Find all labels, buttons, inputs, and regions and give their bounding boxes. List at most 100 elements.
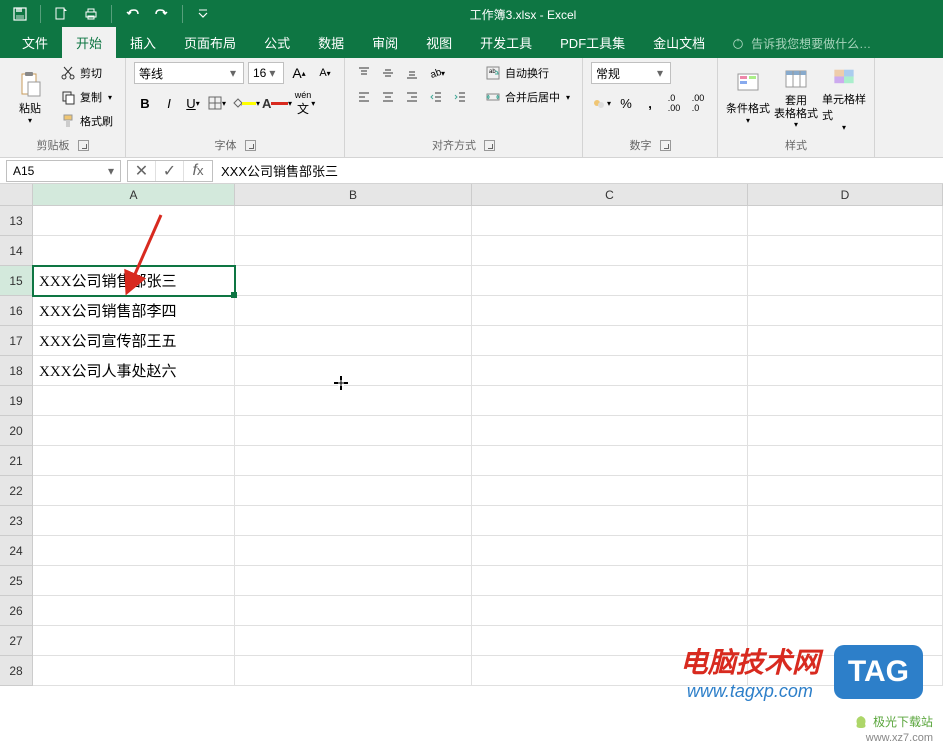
clipboard-launcher[interactable] — [78, 140, 89, 151]
print-button[interactable] — [77, 0, 105, 28]
cell[interactable] — [33, 416, 235, 446]
row-header[interactable]: 27 — [0, 626, 33, 656]
tab-pdf[interactable]: PDF工具集 — [546, 27, 639, 58]
tab-layout[interactable]: 页面布局 — [170, 27, 250, 58]
cell[interactable] — [472, 266, 748, 296]
tab-jinshan[interactable]: 金山文档 — [639, 27, 719, 58]
format-painter-button[interactable]: 格式刷 — [56, 110, 117, 132]
row-header[interactable]: 14 — [0, 236, 33, 266]
cell[interactable] — [33, 476, 235, 506]
cell[interactable] — [472, 416, 748, 446]
cell[interactable] — [748, 266, 943, 296]
cell[interactable] — [472, 476, 748, 506]
cell[interactable] — [33, 236, 235, 266]
cell[interactable] — [472, 326, 748, 356]
decrease-font-button[interactable]: A▾ — [314, 62, 336, 84]
cell[interactable] — [472, 506, 748, 536]
decrease-indent-button[interactable] — [425, 86, 447, 108]
cut-button[interactable]: 剪切 — [56, 62, 117, 84]
cell[interactable] — [33, 626, 235, 656]
increase-decimal-button[interactable]: .0.00 — [663, 92, 685, 114]
insert-function-button[interactable]: fx — [184, 161, 212, 181]
tab-data[interactable]: 数据 — [304, 27, 358, 58]
font-size-combo[interactable]: 16▾ — [248, 62, 284, 84]
fill-color-button[interactable]: ▾ — [230, 92, 260, 114]
cell[interactable] — [235, 506, 472, 536]
percent-button[interactable]: % — [615, 92, 637, 114]
cell[interactable]: XXX公司人事处赵六 — [33, 356, 235, 386]
cell[interactable] — [472, 356, 748, 386]
cell[interactable]: XXX公司销售部张三 — [33, 266, 235, 296]
cell[interactable] — [748, 386, 943, 416]
column-header-A[interactable]: A — [33, 184, 235, 206]
cell[interactable] — [235, 536, 472, 566]
cell[interactable] — [748, 416, 943, 446]
cell[interactable] — [235, 266, 472, 296]
cell[interactable] — [472, 596, 748, 626]
cell[interactable] — [748, 296, 943, 326]
number-launcher[interactable] — [660, 140, 671, 151]
cell[interactable] — [748, 326, 943, 356]
wrap-text-button[interactable]: ab 自动换行 — [481, 62, 574, 84]
cell[interactable] — [33, 656, 235, 686]
currency-button[interactable]: ▾ — [591, 92, 613, 114]
cell[interactable] — [235, 386, 472, 416]
tab-insert[interactable]: 插入 — [116, 27, 170, 58]
bold-button[interactable]: B — [134, 92, 156, 114]
phonetic-button[interactable]: wén文▾ — [294, 92, 316, 114]
cell[interactable] — [748, 446, 943, 476]
italic-button[interactable]: I — [158, 92, 180, 114]
merge-center-button[interactable]: 合并后居中▾ — [481, 86, 574, 108]
align-center-button[interactable] — [377, 86, 399, 108]
qat-customize-button[interactable] — [189, 0, 217, 28]
cell[interactable] — [33, 206, 235, 236]
cell[interactable] — [235, 356, 472, 386]
cell[interactable] — [235, 626, 472, 656]
cell[interactable] — [235, 566, 472, 596]
font-name-combo[interactable]: 等线▾ — [134, 62, 244, 84]
cancel-formula-button[interactable]: ✕ — [128, 161, 156, 181]
font-launcher[interactable] — [245, 140, 256, 151]
underline-button[interactable]: U▾ — [182, 92, 204, 114]
cell[interactable] — [748, 566, 943, 596]
formula-input[interactable]: XXX公司销售部张三 — [213, 160, 943, 182]
decrease-decimal-button[interactable]: .00.0 — [687, 92, 709, 114]
row-header[interactable]: 23 — [0, 506, 33, 536]
spreadsheet-grid[interactable]: A B C D 131415XXX公司销售部张三16XXX公司销售部李四17XX… — [0, 184, 943, 686]
column-header-C[interactable]: C — [472, 184, 748, 206]
cell[interactable] — [472, 206, 748, 236]
cell[interactable] — [748, 236, 943, 266]
comma-button[interactable]: , — [639, 92, 661, 114]
tab-home[interactable]: 开始 — [62, 27, 116, 58]
row-header[interactable]: 24 — [0, 536, 33, 566]
column-header-B[interactable]: B — [235, 184, 472, 206]
align-top-button[interactable] — [353, 62, 375, 84]
undo-button[interactable] — [118, 0, 146, 28]
align-launcher[interactable] — [484, 140, 495, 151]
row-header[interactable]: 20 — [0, 416, 33, 446]
align-middle-button[interactable] — [377, 62, 399, 84]
cell[interactable] — [748, 506, 943, 536]
increase-indent-button[interactable] — [449, 86, 471, 108]
copy-button[interactable]: 复制▾ — [56, 86, 117, 108]
align-bottom-button[interactable] — [401, 62, 423, 84]
paste-button[interactable]: 粘贴 ▾ — [8, 62, 52, 132]
cell[interactable] — [235, 656, 472, 686]
cell[interactable] — [235, 596, 472, 626]
cell[interactable] — [748, 206, 943, 236]
cell[interactable] — [235, 296, 472, 326]
cell[interactable] — [748, 356, 943, 386]
cell[interactable] — [33, 506, 235, 536]
cell[interactable]: XXX公司宣传部王五 — [33, 326, 235, 356]
cell[interactable] — [33, 536, 235, 566]
tab-review[interactable]: 审阅 — [358, 27, 412, 58]
align-right-button[interactable] — [401, 86, 423, 108]
new-button[interactable] — [47, 0, 75, 28]
row-header[interactable]: 21 — [0, 446, 33, 476]
cell[interactable] — [235, 476, 472, 506]
tab-dev[interactable]: 开发工具 — [466, 27, 546, 58]
align-left-button[interactable] — [353, 86, 375, 108]
border-button[interactable]: ▾ — [206, 92, 228, 114]
cell[interactable] — [748, 476, 943, 506]
tab-view[interactable]: 视图 — [412, 27, 466, 58]
